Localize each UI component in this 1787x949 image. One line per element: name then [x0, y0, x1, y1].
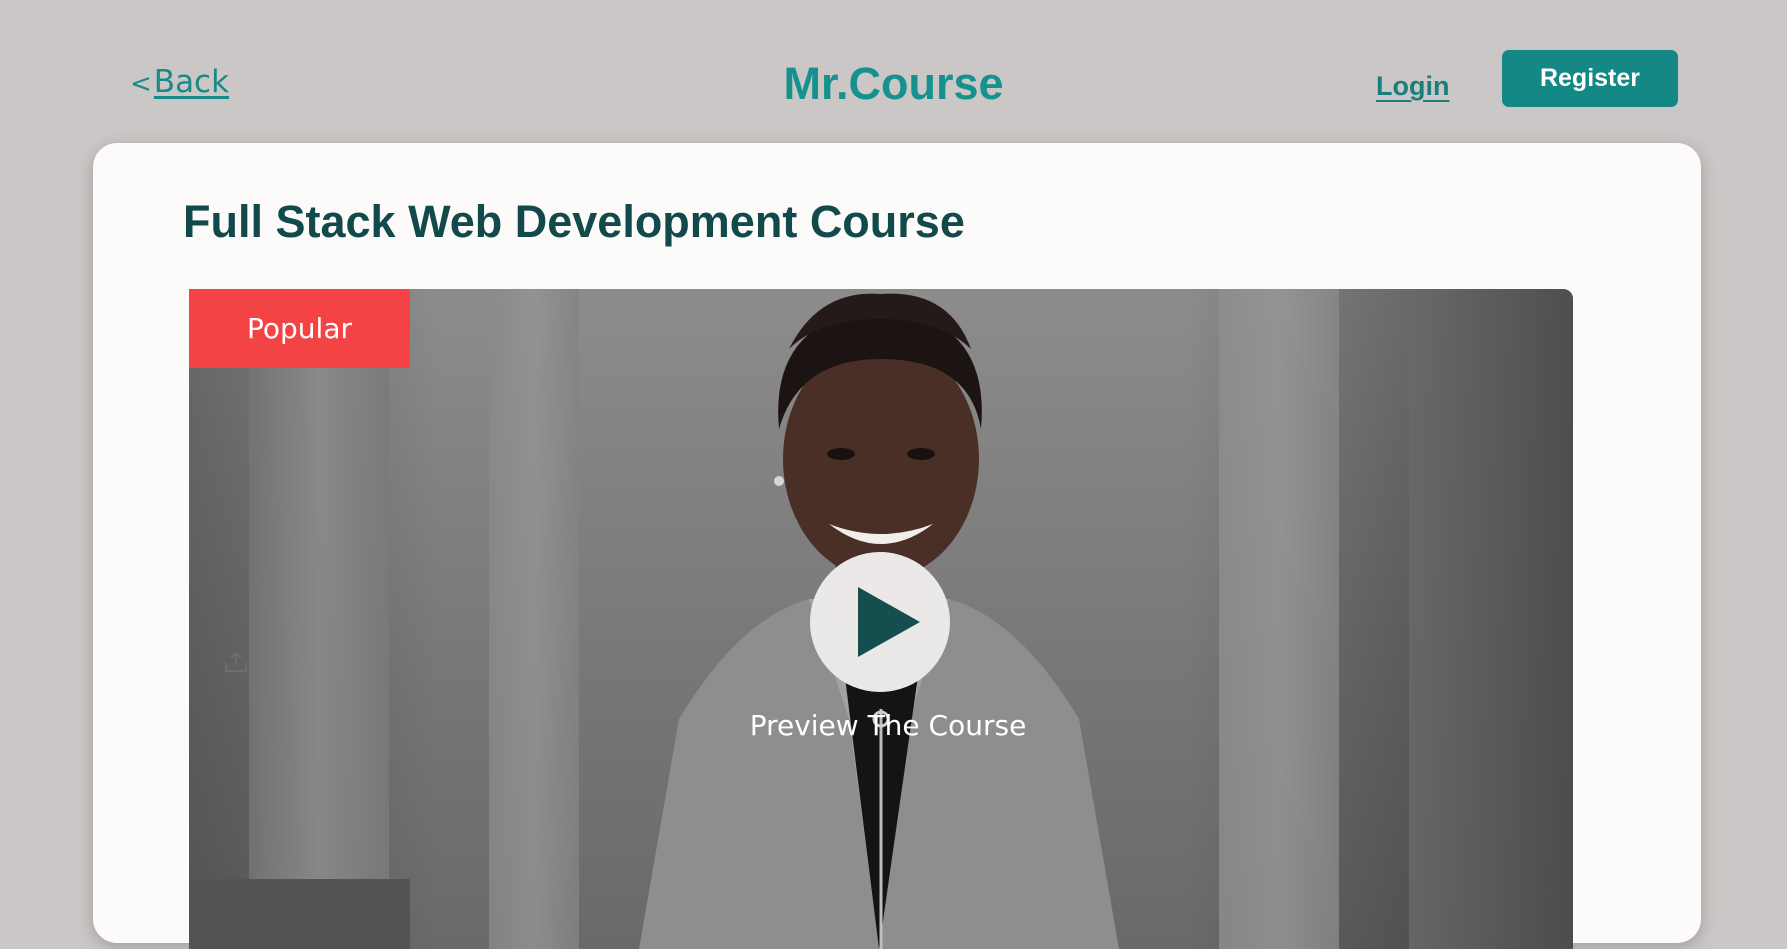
course-card: Full Stack Web Development Course Popula…: [93, 143, 1701, 949]
background-pillar: [1219, 289, 1339, 949]
course-title: Full Stack Web Development Course: [183, 196, 965, 247]
background-pillar: [249, 289, 389, 949]
background-pillar: [1409, 289, 1573, 949]
chevron-left-icon: <: [130, 69, 152, 99]
play-button[interactable]: [810, 552, 950, 692]
media-tab: [189, 879, 410, 949]
back-link[interactable]: < Back: [130, 64, 229, 100]
background-pillar: [489, 289, 579, 949]
register-button[interactable]: Register: [1502, 50, 1678, 107]
back-label: Back: [153, 64, 230, 100]
top-navigation: < Back Mr.Course Login Register: [0, 0, 1787, 142]
login-link[interactable]: Login: [1376, 71, 1449, 102]
share-icon[interactable]: [223, 649, 249, 675]
preview-label: Preview The Course: [749, 709, 1027, 742]
course-preview-media[interactable]: Popular Preview The Course: [189, 289, 1573, 949]
popular-badge: Popular: [189, 289, 410, 368]
